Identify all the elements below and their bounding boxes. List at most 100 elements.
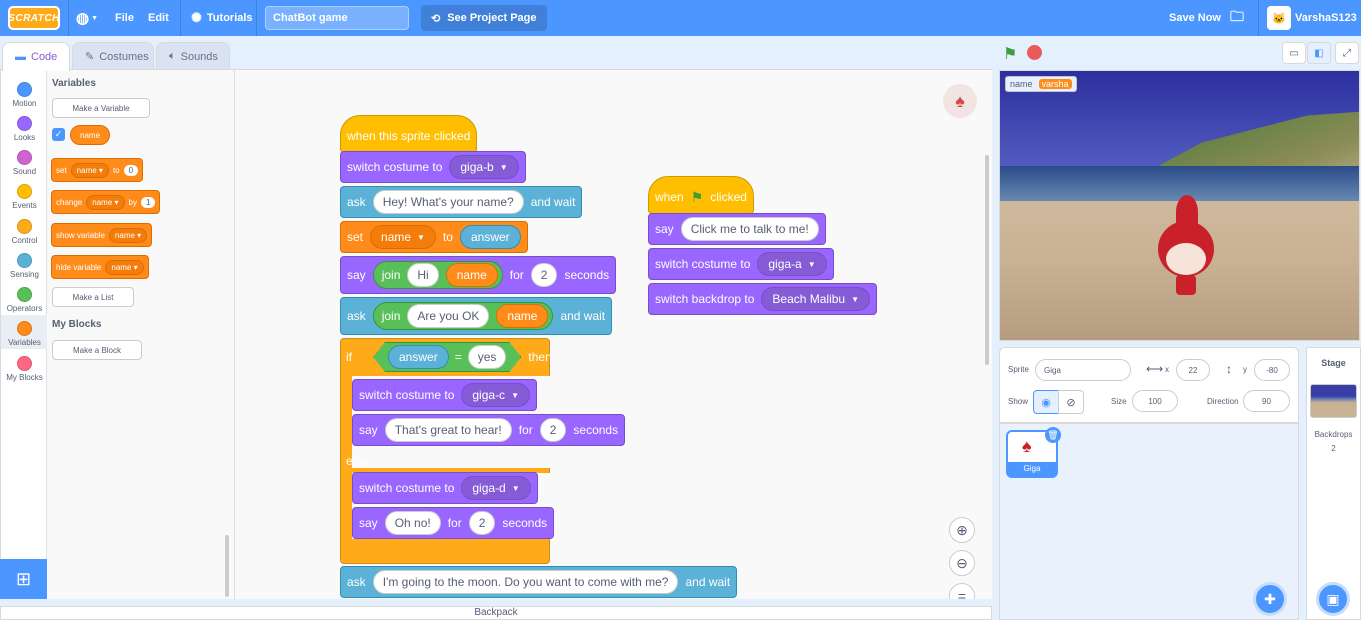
equals-operator[interactable]: answer = yes xyxy=(373,342,521,372)
make-variable-button[interactable]: Make a Variable xyxy=(52,98,150,118)
variable-monitor[interactable]: name varsha xyxy=(1005,76,1077,92)
palette-set-block[interactable]: set name ▾ to 0 xyxy=(51,158,144,182)
value-input[interactable]: 1 xyxy=(140,196,156,208)
avatar[interactable]: 🐱 xyxy=(1267,6,1291,30)
text-input[interactable]: yes xyxy=(468,345,507,369)
category-sensing[interactable]: Sensing xyxy=(1,247,48,281)
see-project-page-button[interactable]: ⟲ See Project Page xyxy=(421,5,547,31)
variable-dropdown[interactable]: name ▾ xyxy=(108,227,148,243)
costume-dropdown[interactable]: giga-b ▼ xyxy=(449,155,519,179)
my-stuff-folder-icon[interactable]: 🗀 xyxy=(1230,0,1244,36)
text-input[interactable]: Are you OK xyxy=(407,304,490,328)
category-motion[interactable]: Motion xyxy=(1,76,48,110)
stop-button[interactable] xyxy=(1027,45,1042,60)
category-sound[interactable]: Sound xyxy=(1,144,48,178)
costume-dropdown[interactable]: giga-a ▼ xyxy=(757,252,827,276)
language-button[interactable]: ◍ ▼ xyxy=(76,0,102,36)
palette-scrollbar[interactable] xyxy=(225,535,229,597)
say-for-secs-block[interactable]: say That's great to hear! for 2 seconds xyxy=(352,414,626,446)
switch-costume-block[interactable]: switch costume to giga-b ▼ xyxy=(340,151,526,183)
number-input[interactable]: 2 xyxy=(539,418,567,442)
category-looks[interactable]: Looks xyxy=(1,110,48,144)
tutorials-button[interactable]: ✺ Tutorials xyxy=(191,0,253,36)
hide-sprite-button[interactable]: ⊘ xyxy=(1058,390,1084,414)
join-reporter[interactable]: join Are you OK name xyxy=(372,302,554,330)
name-reporter[interactable]: name xyxy=(496,304,549,328)
category-control[interactable]: Control xyxy=(1,213,48,247)
stage-target-pane[interactable]: Stage Backdrops 2 xyxy=(1306,347,1361,620)
zoom-out-button[interactable]: ⊖ xyxy=(949,550,975,576)
direction-input[interactable]: 90 xyxy=(1243,390,1290,412)
zoom-reset-button[interactable]: = xyxy=(949,583,975,599)
tab-code[interactable]: ▬ Code xyxy=(2,42,70,71)
say-block[interactable]: say Click me to talk to me! xyxy=(648,213,826,245)
say-for-secs-block[interactable]: say join Hi name for 2 seconds xyxy=(340,256,617,294)
answer-reporter[interactable]: answer xyxy=(388,345,449,369)
code-workspace[interactable]: when this sprite clicked switch costume … xyxy=(235,69,992,599)
text-input[interactable]: Oh no! xyxy=(384,511,441,535)
variable-dropdown[interactable]: name ▾ xyxy=(86,194,125,210)
x-input[interactable]: 22 xyxy=(1176,359,1210,381)
palette-hide-variable-block[interactable]: hide variable name ▾ xyxy=(51,255,149,279)
switch-costume-block[interactable]: switch costume to giga-a ▼ xyxy=(648,248,834,280)
make-block-button[interactable]: Make a Block xyxy=(52,340,142,360)
large-stage-button[interactable]: ◧ xyxy=(1307,42,1331,64)
text-input[interactable]: Hey! What's your name? xyxy=(372,190,524,214)
palette-show-variable-block[interactable]: show variable name ▾ xyxy=(51,223,153,247)
stage-canvas[interactable]: name varsha xyxy=(999,70,1360,341)
add-extension-button[interactable]: ⊞ xyxy=(0,559,47,599)
when-sprite-clicked-hat[interactable]: when this sprite clicked xyxy=(340,115,478,153)
number-input[interactable]: 2 xyxy=(468,511,496,535)
switch-backdrop-block[interactable]: switch backdrop to Beach Malibu ▼ xyxy=(648,283,878,315)
scratch-logo[interactable]: SCRATCH xyxy=(8,6,60,30)
tab-sounds[interactable]: 🔈︎ Sounds xyxy=(156,42,230,70)
ask-block[interactable]: ask Hey! What's your name? and wait xyxy=(340,186,583,218)
username[interactable]: VarshaS123 xyxy=(1295,0,1357,36)
variable-dropdown[interactable]: name ▾ xyxy=(70,162,109,178)
save-now-button[interactable]: Save Now xyxy=(1169,0,1221,36)
value-input[interactable]: 0 xyxy=(123,164,139,176)
category-variables[interactable]: Variables xyxy=(1,315,48,349)
text-input[interactable]: Hi xyxy=(407,263,439,287)
palette-change-block[interactable]: change name ▾ by 1 xyxy=(51,190,161,214)
edit-menu[interactable]: Edit xyxy=(148,0,169,36)
text-input[interactable]: That's great to hear! xyxy=(384,418,512,442)
name-reporter[interactable]: name xyxy=(445,263,498,287)
answer-reporter[interactable]: answer xyxy=(459,225,521,249)
giga-sprite[interactable] xyxy=(1140,191,1230,301)
category-my-blocks[interactable]: My Blocks xyxy=(1,350,48,384)
ask-block[interactable]: ask I'm going to the moon. Do you want t… xyxy=(340,566,738,598)
make-list-button[interactable]: Make a List xyxy=(52,287,134,307)
category-events[interactable]: Events xyxy=(1,178,48,212)
costume-dropdown[interactable]: giga-d ▼ xyxy=(461,476,531,500)
text-input[interactable]: Click me to talk to me! xyxy=(680,217,819,241)
delete-sprite-button[interactable]: 🗑︎ xyxy=(1045,427,1061,443)
small-stage-button[interactable]: ▭ xyxy=(1282,42,1306,64)
workspace-scrollbar[interactable] xyxy=(985,155,989,365)
say-for-secs-block[interactable]: say Oh no! for 2 seconds xyxy=(352,507,555,539)
size-input[interactable]: 100 xyxy=(1132,390,1178,412)
choose-backdrop-button[interactable]: ▣ xyxy=(1316,582,1350,616)
variable-reporter-name[interactable]: name xyxy=(70,125,111,145)
number-input[interactable]: 2 xyxy=(530,263,558,287)
set-variable-block[interactable]: set name ▼ to answer xyxy=(340,221,528,253)
variable-dropdown[interactable]: name ▼ xyxy=(370,225,436,249)
y-input[interactable]: -80 xyxy=(1254,359,1290,381)
ask-block[interactable]: ask join Are you OK name and wait xyxy=(340,297,613,335)
sprite-name-input[interactable] xyxy=(1035,359,1131,381)
variable-checkbox[interactable]: ✓ xyxy=(52,128,65,141)
text-input[interactable]: I'm going to the moon. Do you want to co… xyxy=(372,570,679,594)
zoom-in-button[interactable]: ⊕ xyxy=(949,517,975,543)
fullscreen-button[interactable]: ⤢ xyxy=(1335,42,1359,64)
category-operators[interactable]: Operators xyxy=(1,281,48,315)
green-flag-button[interactable]: ⚑ xyxy=(1003,44,1017,64)
project-title-input[interactable] xyxy=(265,6,409,30)
tab-costumes[interactable]: ✎ Costumes xyxy=(72,42,154,70)
backdrop-dropdown[interactable]: Beach Malibu ▼ xyxy=(761,287,871,311)
costume-dropdown[interactable]: giga-c ▼ xyxy=(461,383,530,407)
show-sprite-button[interactable]: ◉ xyxy=(1033,390,1059,414)
choose-sprite-button[interactable]: ✚ xyxy=(1253,582,1287,616)
when-flag-clicked-hat[interactable]: when ⚑ clicked xyxy=(648,176,754,214)
join-reporter[interactable]: join Hi name xyxy=(372,261,503,289)
file-menu[interactable]: File xyxy=(115,0,134,36)
